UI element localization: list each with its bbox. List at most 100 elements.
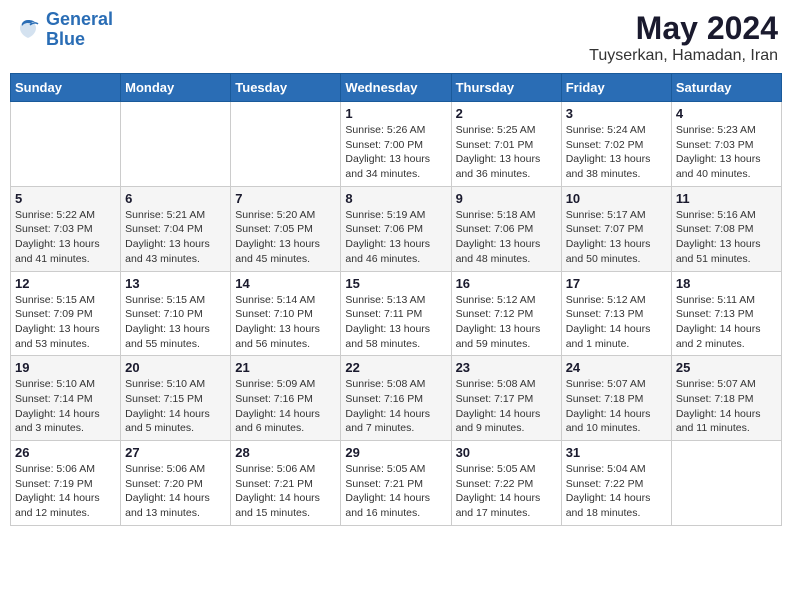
day-cell: 18 Sunrise: 5:11 AM Sunset: 7:13 PM Dayli…: [671, 271, 781, 356]
day-cell: 11 Sunrise: 5:16 AM Sunset: 7:08 PM Dayli…: [671, 186, 781, 271]
day-cell: 10 Sunrise: 5:17 AM Sunset: 7:07 PM Dayli…: [561, 186, 671, 271]
day-number: 30: [456, 445, 557, 460]
day-info: Sunrise: 5:21 AM Sunset: 7:04 PM Dayligh…: [125, 208, 226, 267]
day-number: 7: [235, 191, 336, 206]
day-cell: 2Sunrise: 5:25 AM Sunset: 7:01 PM Daylig…: [451, 102, 561, 187]
day-cell: 12 Sunrise: 5:15 AM Sunset: 7:09 PM Dayli…: [11, 271, 121, 356]
day-cell: 27 Sunrise: 5:06 AM Sunset: 7:20 PM Dayli…: [121, 441, 231, 526]
day-info: Sunrise: 5:08 AM Sunset: 7:16 PM Dayligh…: [345, 377, 446, 436]
weekday-header-row: SundayMondayTuesdayWednesdayThursdayFrid…: [11, 74, 782, 102]
day-number: 5: [15, 191, 116, 206]
day-cell: [121, 102, 231, 187]
day-number: 1: [345, 106, 446, 121]
day-number: 4: [676, 106, 777, 121]
day-number: 19: [15, 360, 116, 375]
logo-text: General Blue: [46, 10, 113, 50]
day-cell: 21Sunrise: 5:09 AM Sunset: 7:16 PM Dayli…: [231, 356, 341, 441]
weekday-saturday: Saturday: [671, 74, 781, 102]
day-info: Sunrise: 5:10 AM Sunset: 7:14 PM Dayligh…: [15, 377, 116, 436]
week-row-4: 19 Sunrise: 5:10 AM Sunset: 7:14 PM Dayli…: [11, 356, 782, 441]
day-cell: 7Sunrise: 5:20 AM Sunset: 7:05 PM Daylig…: [231, 186, 341, 271]
day-info: Sunrise: 5:12 AM Sunset: 7:12 PM Dayligh…: [456, 293, 557, 352]
day-cell: 25 Sunrise: 5:07 AM Sunset: 7:18 PM Dayli…: [671, 356, 781, 441]
day-cell: 9Sunrise: 5:18 AM Sunset: 7:06 PM Daylig…: [451, 186, 561, 271]
day-number: 29: [345, 445, 446, 460]
day-info: Sunrise: 5:26 AM Sunset: 7:00 PM Dayligh…: [345, 123, 446, 182]
day-info: Sunrise: 5:12 AM Sunset: 7:13 PM Dayligh…: [566, 293, 667, 352]
day-number: 25: [676, 360, 777, 375]
weekday-wednesday: Wednesday: [341, 74, 451, 102]
page-header: General Blue May 2024 Tuyserkan, Hamadan…: [10, 10, 782, 65]
day-info: Sunrise: 5:23 AM Sunset: 7:03 PM Dayligh…: [676, 123, 777, 182]
day-info: Sunrise: 5:24 AM Sunset: 7:02 PM Dayligh…: [566, 123, 667, 182]
day-number: 8: [345, 191, 446, 206]
day-number: 20: [125, 360, 226, 375]
day-info: Sunrise: 5:08 AM Sunset: 7:17 PM Dayligh…: [456, 377, 557, 436]
day-cell: 15Sunrise: 5:13 AM Sunset: 7:11 PM Dayli…: [341, 271, 451, 356]
day-info: Sunrise: 5:14 AM Sunset: 7:10 PM Dayligh…: [235, 293, 336, 352]
day-cell: 6 Sunrise: 5:21 AM Sunset: 7:04 PM Daylig…: [121, 186, 231, 271]
day-cell: 23 Sunrise: 5:08 AM Sunset: 7:17 PM Dayli…: [451, 356, 561, 441]
day-number: 21: [235, 360, 336, 375]
day-cell: 19 Sunrise: 5:10 AM Sunset: 7:14 PM Dayli…: [11, 356, 121, 441]
day-cell: 29 Sunrise: 5:05 AM Sunset: 7:21 PM Dayli…: [341, 441, 451, 526]
day-cell: 17 Sunrise: 5:12 AM Sunset: 7:13 PM Dayli…: [561, 271, 671, 356]
day-cell: 26 Sunrise: 5:06 AM Sunset: 7:19 PM Dayli…: [11, 441, 121, 526]
weekday-sunday: Sunday: [11, 74, 121, 102]
day-info: Sunrise: 5:11 AM Sunset: 7:13 PM Dayligh…: [676, 293, 777, 352]
week-row-2: 5Sunrise: 5:22 AM Sunset: 7:03 PM Daylig…: [11, 186, 782, 271]
day-info: Sunrise: 5:25 AM Sunset: 7:01 PM Dayligh…: [456, 123, 557, 182]
day-info: Sunrise: 5:06 AM Sunset: 7:20 PM Dayligh…: [125, 462, 226, 521]
day-cell: 30 Sunrise: 5:05 AM Sunset: 7:22 PM Dayli…: [451, 441, 561, 526]
day-number: 27: [125, 445, 226, 460]
day-cell: 13Sunrise: 5:15 AM Sunset: 7:10 PM Dayli…: [121, 271, 231, 356]
day-info: Sunrise: 5:05 AM Sunset: 7:22 PM Dayligh…: [456, 462, 557, 521]
day-cell: 31 Sunrise: 5:04 AM Sunset: 7:22 PM Dayli…: [561, 441, 671, 526]
day-number: 18: [676, 276, 777, 291]
day-number: 23: [456, 360, 557, 375]
day-number: 10: [566, 191, 667, 206]
week-row-3: 12 Sunrise: 5:15 AM Sunset: 7:09 PM Dayli…: [11, 271, 782, 356]
day-info: Sunrise: 5:19 AM Sunset: 7:06 PM Dayligh…: [345, 208, 446, 267]
day-info: Sunrise: 5:15 AM Sunset: 7:09 PM Dayligh…: [15, 293, 116, 352]
day-cell: 22 Sunrise: 5:08 AM Sunset: 7:16 PM Dayli…: [341, 356, 451, 441]
day-info: Sunrise: 5:07 AM Sunset: 7:18 PM Dayligh…: [566, 377, 667, 436]
day-number: 31: [566, 445, 667, 460]
day-number: 14: [235, 276, 336, 291]
weekday-tuesday: Tuesday: [231, 74, 341, 102]
day-info: Sunrise: 5:18 AM Sunset: 7:06 PM Dayligh…: [456, 208, 557, 267]
day-number: 12: [15, 276, 116, 291]
day-cell: [671, 441, 781, 526]
day-cell: 16Sunrise: 5:12 AM Sunset: 7:12 PM Dayli…: [451, 271, 561, 356]
day-info: Sunrise: 5:06 AM Sunset: 7:21 PM Dayligh…: [235, 462, 336, 521]
day-info: Sunrise: 5:10 AM Sunset: 7:15 PM Dayligh…: [125, 377, 226, 436]
logo: General Blue: [14, 10, 113, 50]
logo-icon: [14, 16, 42, 44]
day-number: 11: [676, 191, 777, 206]
day-number: 17: [566, 276, 667, 291]
day-number: 6: [125, 191, 226, 206]
weekday-thursday: Thursday: [451, 74, 561, 102]
day-info: Sunrise: 5:16 AM Sunset: 7:08 PM Dayligh…: [676, 208, 777, 267]
calendar-table: SundayMondayTuesdayWednesdayThursdayFrid…: [10, 73, 782, 526]
day-info: Sunrise: 5:04 AM Sunset: 7:22 PM Dayligh…: [566, 462, 667, 521]
calendar-body: 1 Sunrise: 5:26 AM Sunset: 7:00 PM Daylig…: [11, 102, 782, 526]
weekday-monday: Monday: [121, 74, 231, 102]
day-info: Sunrise: 5:05 AM Sunset: 7:21 PM Dayligh…: [345, 462, 446, 521]
day-number: 22: [345, 360, 446, 375]
day-info: Sunrise: 5:06 AM Sunset: 7:19 PM Dayligh…: [15, 462, 116, 521]
day-info: Sunrise: 5:17 AM Sunset: 7:07 PM Dayligh…: [566, 208, 667, 267]
day-number: 26: [15, 445, 116, 460]
day-number: 24: [566, 360, 667, 375]
day-number: 28: [235, 445, 336, 460]
day-cell: 3 Sunrise: 5:24 AM Sunset: 7:02 PM Daylig…: [561, 102, 671, 187]
day-number: 3: [566, 106, 667, 121]
day-info: Sunrise: 5:15 AM Sunset: 7:10 PM Dayligh…: [125, 293, 226, 352]
day-cell: 5Sunrise: 5:22 AM Sunset: 7:03 PM Daylig…: [11, 186, 121, 271]
day-cell: 20 Sunrise: 5:10 AM Sunset: 7:15 PM Dayli…: [121, 356, 231, 441]
calendar-subtitle: Tuyserkan, Hamadan, Iran: [589, 47, 778, 65]
day-cell: 1 Sunrise: 5:26 AM Sunset: 7:00 PM Daylig…: [341, 102, 451, 187]
day-info: Sunrise: 5:13 AM Sunset: 7:11 PM Dayligh…: [345, 293, 446, 352]
day-info: Sunrise: 5:07 AM Sunset: 7:18 PM Dayligh…: [676, 377, 777, 436]
day-cell: [231, 102, 341, 187]
